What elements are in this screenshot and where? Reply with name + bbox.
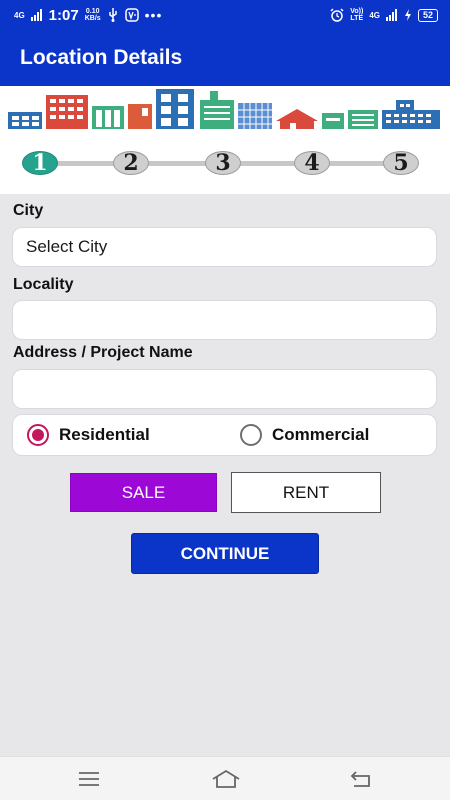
- step-2: 2: [113, 150, 149, 176]
- signal-2-icon: [385, 9, 397, 21]
- address-input[interactable]: [26, 379, 436, 399]
- locality-field-container: [12, 300, 437, 340]
- radio-residential-label: Residential: [59, 425, 150, 444]
- city-label: City: [13, 202, 44, 219]
- progress-stepper: 1 2 3 4 5: [0, 132, 450, 194]
- volte-label: Vo)): [350, 8, 364, 15]
- city-skyline-banner: [0, 86, 450, 132]
- charging-icon: [404, 9, 411, 21]
- property-type-radio-group: Residential Commercial: [12, 414, 437, 456]
- city-skyline-illustration: [8, 89, 440, 129]
- usb-icon: [108, 8, 117, 22]
- step-3: 3: [205, 150, 241, 176]
- app-bar: Location Details: [0, 30, 450, 86]
- menu-icon[interactable]: [76, 767, 102, 791]
- continue-button[interactable]: CONTINUE: [131, 533, 319, 574]
- radio-residential[interactable]: Residential: [27, 424, 150, 446]
- page-title: Location Details: [20, 46, 183, 69]
- battery-level: 52: [417, 8, 438, 22]
- signal-icon: [30, 9, 42, 21]
- status-bar: 4G 1:07 0.10 KB/s ••• Vo)) LTE 4G 52: [0, 0, 450, 30]
- radio-checked-icon: [27, 424, 49, 446]
- volte-indicator: Vo)) LTE: [350, 8, 363, 22]
- app-notification-icon: [124, 8, 139, 22]
- address-label: Address / Project Name: [13, 344, 193, 361]
- sale-button[interactable]: SALE: [70, 473, 217, 512]
- city-select[interactable]: Select City: [12, 227, 437, 267]
- status-time: 1:07: [48, 6, 79, 24]
- locality-input[interactable]: [26, 310, 436, 330]
- step-5: 5: [383, 150, 419, 176]
- city-select-value: Select City: [26, 237, 108, 256]
- system-navigation-bar: [0, 756, 450, 800]
- speed-unit: KB/s: [84, 15, 101, 22]
- network-speed: 0.10 KB/s: [85, 8, 101, 22]
- home-icon[interactable]: [210, 767, 242, 791]
- rent-button[interactable]: RENT: [231, 472, 381, 513]
- step-4: 4: [294, 150, 330, 176]
- speed-value: 0.10: [85, 8, 100, 15]
- radio-commercial-label: Commercial: [272, 425, 370, 444]
- more-notifications-icon: •••: [144, 7, 163, 23]
- alarm-icon: [330, 8, 344, 22]
- radio-commercial[interactable]: Commercial: [240, 424, 369, 446]
- address-field-container: [12, 369, 437, 409]
- network-indicator: 4G: [14, 10, 25, 20]
- lte-label: LTE: [350, 15, 364, 22]
- network-type-2: 4G: [369, 10, 380, 20]
- locality-label: Locality: [13, 276, 74, 293]
- step-1: 1: [22, 150, 58, 176]
- back-icon[interactable]: [348, 767, 374, 791]
- radio-unchecked-icon: [240, 424, 262, 446]
